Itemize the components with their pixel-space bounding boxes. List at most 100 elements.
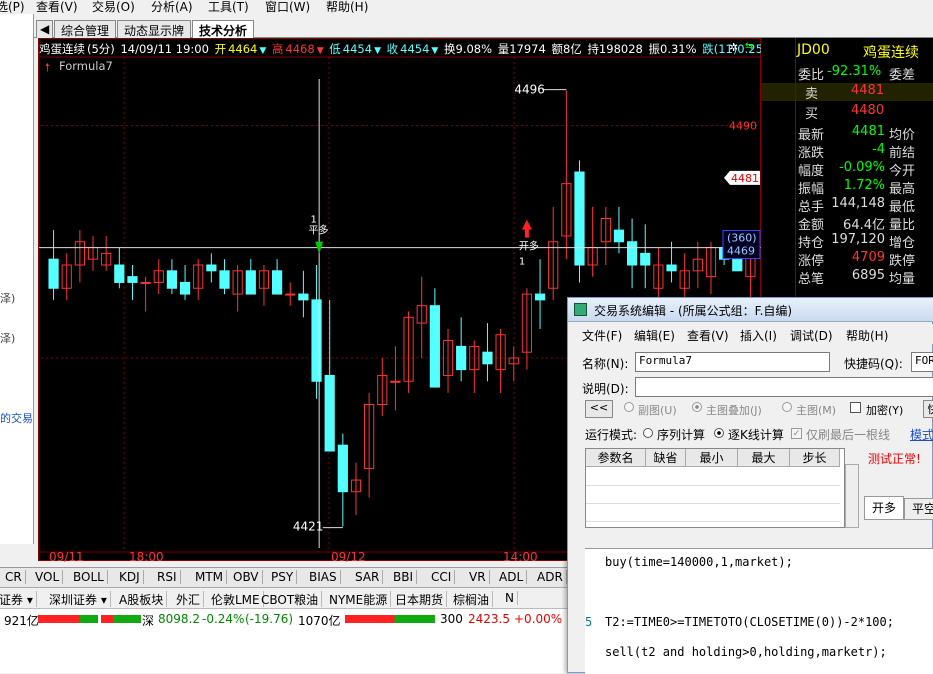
code-line-3: sell(t2 and holding>0,holding,marketr); xyxy=(605,645,887,659)
dlg-menu-help[interactable]: 帮助(H) xyxy=(846,327,888,344)
menu-item-view[interactable]: 查看(V) xyxy=(36,0,78,14)
indicator-bias[interactable]: BIAS xyxy=(306,570,341,584)
shortcut-label: 快捷码(Q): xyxy=(844,357,903,371)
radio-run-kline[interactable] xyxy=(714,428,724,438)
indicator-bar: CR VOL BOLL KDJ RSI MTM OBV PSY BIAS SAR BBI CCI VR A… xyxy=(0,567,570,587)
menu-item-trade[interactable]: 交易(O) xyxy=(92,0,135,14)
candle-body xyxy=(626,241,638,266)
candle-body xyxy=(140,281,151,284)
x-axis-label: 09/11 xyxy=(49,550,84,562)
param-header-min: 最小 xyxy=(686,449,738,467)
left-link-trade[interactable]: 的交易 xyxy=(0,410,33,426)
candle-body xyxy=(390,380,401,383)
candle-body xyxy=(613,229,625,243)
menu-item-analysis[interactable]: 分析(A) xyxy=(151,0,193,14)
tab-open-long[interactable]: 开多 xyxy=(864,496,904,520)
tab-nav-left[interactable]: ◀ xyxy=(36,20,54,38)
candle-body xyxy=(534,293,546,301)
radio-main-overlay[interactable] xyxy=(692,402,702,412)
quote-wb: -92.31% xyxy=(827,64,882,79)
indicator-cr[interactable]: CR xyxy=(2,570,26,584)
category-tab[interactable]: A股板块 xyxy=(116,591,168,607)
indicator-bbi[interactable]: BBI xyxy=(390,570,418,584)
mode-link[interactable]: 模式 xyxy=(910,426,933,443)
tab-close-short[interactable]: 平空 xyxy=(904,498,933,520)
indicator-adl[interactable]: ADL xyxy=(496,570,528,584)
quote-row-value: 6895 xyxy=(851,268,885,283)
tab-overview[interactable]: 综合管理 xyxy=(54,20,117,38)
code-line-2: T2:=TIME0>=TIMETOTO(CLOSETIME(0))-2*100; xyxy=(605,615,894,629)
indicator-vol[interactable]: VOL xyxy=(32,570,64,584)
tab-dynamic-board[interactable]: 动态显示牌 xyxy=(117,20,192,38)
candle-body xyxy=(219,270,230,289)
dlg-menu-insert[interactable]: 插入(I) xyxy=(740,327,777,344)
category-tab[interactable]: 深圳证券 ▾ xyxy=(46,591,111,607)
quote-row-label: 最新 xyxy=(798,128,825,143)
menu-item-select[interactable]: 选(P) xyxy=(0,0,25,14)
category-tab[interactable]: 棕榈油 xyxy=(450,591,494,607)
candle-body xyxy=(285,293,296,296)
dlg-menu-view[interactable]: 查看(V) xyxy=(687,327,729,344)
menu-item-window[interactable]: 窗口(W) xyxy=(265,0,310,14)
signal-number-above: 1 xyxy=(311,215,317,226)
candle-body xyxy=(456,345,467,371)
category-tab[interactable]: NYME能源 xyxy=(326,591,392,607)
category-tab[interactable]: 伦敦LME xyxy=(208,591,264,607)
parameter-table[interactable]: 参数名 缺省 最小 最大 步长 xyxy=(585,448,845,528)
quote-row-value: 4709 xyxy=(851,250,885,265)
quote-sell-label: 卖 xyxy=(805,87,819,102)
category-tab[interactable]: 证券 ▾ xyxy=(0,591,37,607)
menu-item-tools[interactable]: 工具(T) xyxy=(208,0,249,14)
quote-row: 金额 64.4亿 量比 xyxy=(761,214,933,233)
dlg-menu-edit[interactable]: 编辑(E) xyxy=(634,327,675,344)
trade-system-editor-dialog[interactable]: 交易系统编辑 - (所属公式组：F.自编) 文件(F) 编辑(E) 查看(V) … xyxy=(567,297,933,674)
radio-main-chart[interactable] xyxy=(782,402,792,412)
dialog-titlebar[interactable]: 交易系统编辑 - (所属公式组：F.自编) xyxy=(568,298,933,322)
category-tab[interactable]: 日本期货 xyxy=(392,591,448,607)
quote-row-value: 4481 xyxy=(851,124,885,139)
radio-sub-chart[interactable] xyxy=(624,402,634,412)
name-input[interactable]: Formula7 xyxy=(635,352,830,372)
checkbox-encrypt[interactable] xyxy=(850,402,861,413)
checkbox-only-last[interactable]: ✓ xyxy=(791,428,802,439)
status-idx-value: 2423.5 xyxy=(468,612,510,626)
app-icon xyxy=(574,303,587,316)
menu-item-help[interactable]: 帮助(H) xyxy=(326,0,368,14)
buy-signal-arrow-icon xyxy=(521,219,532,238)
indicator-sar[interactable]: SAR xyxy=(352,570,384,584)
workspace-tabbar: ◀ 综合管理 动态显示牌 技术分析 xyxy=(34,18,933,39)
category-tab[interactable]: N xyxy=(502,591,518,605)
quote-row: 振幅 1.72% 最高 xyxy=(761,178,933,197)
fast-button[interactable]: 快 xyxy=(923,400,933,418)
dlg-menu-debug[interactable]: 调试(D) xyxy=(790,327,833,344)
collapse-button[interactable]: << xyxy=(585,400,613,418)
indicator-obv[interactable]: OBV xyxy=(230,570,263,584)
indicator-kdj[interactable]: KDJ xyxy=(116,570,144,584)
candle-body xyxy=(179,281,191,295)
tab-technical-analysis[interactable]: 技术分析 xyxy=(192,20,255,39)
candle-body xyxy=(48,258,59,289)
param-header-max: 最大 xyxy=(738,449,790,467)
category-tab[interactable]: 外汇 xyxy=(173,591,205,607)
indicator-mtm[interactable]: MTM xyxy=(192,570,228,584)
indicator-psy[interactable]: PSY xyxy=(268,570,298,584)
indicator-boll[interactable]: BOLL xyxy=(70,570,108,584)
indicator-rsi[interactable]: RSI xyxy=(154,570,181,584)
description-input[interactable] xyxy=(635,377,933,397)
quote-row-label: 涨停 xyxy=(798,254,825,269)
radio-run-sequence[interactable] xyxy=(643,428,653,438)
quote-row: 总笔 6895 均量 xyxy=(761,268,933,287)
status-idx-label: 300 xyxy=(440,612,463,626)
formula-code-editor[interactable]: buy(time=140000,1,market); 5 T2:=TIME0>=… xyxy=(585,548,933,674)
indicator-vr[interactable]: VR xyxy=(466,570,490,584)
indicator-cci[interactable]: CCI xyxy=(428,570,456,584)
status-sz-value: 8098.2 xyxy=(158,612,200,626)
dlg-menu-file[interactable]: 文件(F) xyxy=(582,327,622,344)
param-scrollbar[interactable] xyxy=(845,464,859,528)
shortcut-input[interactable]: FOR xyxy=(911,352,933,372)
test-status: 测试正常! xyxy=(868,452,921,466)
category-tab[interactable]: CBOT粮油 xyxy=(258,591,323,607)
status-bar-graph-2 xyxy=(101,615,141,623)
status-left-amount: 921亿 xyxy=(4,614,39,628)
indicator-adr[interactable]: ADR xyxy=(534,570,567,584)
